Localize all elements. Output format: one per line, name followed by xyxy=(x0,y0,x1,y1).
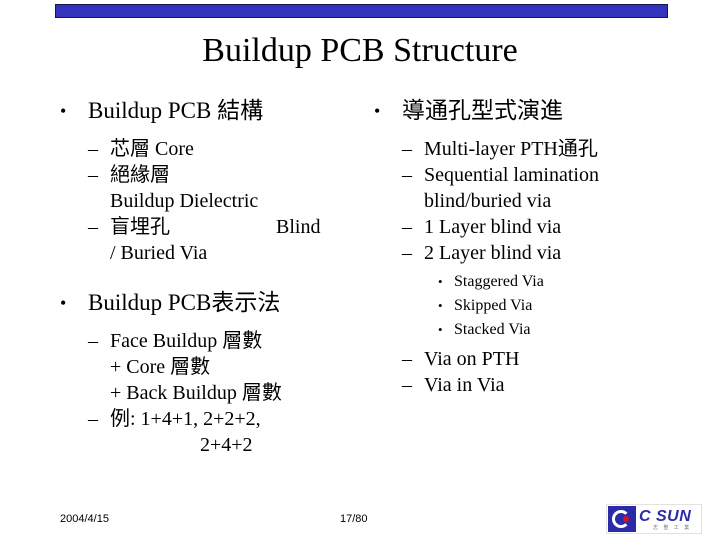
right-item-1layer: – 1 Layer blind via xyxy=(362,214,692,240)
logo-subtext: 志 聖 工 業 xyxy=(653,525,692,531)
left-heading-1-label: Buildup PCB 結構 xyxy=(88,98,264,123)
left-item-dielectric-cont: Buildup Dielectric xyxy=(110,190,259,212)
right-subitem-skipped-label: Skipped Via xyxy=(454,297,533,314)
dash-icon: – xyxy=(88,138,98,160)
footer-page-number: 17/80 xyxy=(340,513,368,525)
c-sun-mark-icon xyxy=(608,506,636,532)
right-item-pth-label: Multi-layer PTH通孔 xyxy=(424,138,598,160)
left-item-facebuildup: – Face Buildup 層數 + Core 層數 + Back Build… xyxy=(48,328,368,406)
bullet-icon: • xyxy=(438,322,443,337)
right-content-column: • 導通孔型式演進 – Multi-layer PTH通孔 – Sequenti… xyxy=(362,96,692,398)
right-heading-1: • 導通孔型式演進 xyxy=(362,96,692,126)
left-item-core-label: 芯層 Core xyxy=(110,138,194,160)
right-item-viainvia: – Via in Via xyxy=(362,372,692,398)
dash-icon: – xyxy=(402,164,412,186)
left-item-core: – 芯層 Core xyxy=(48,136,368,162)
dash-icon: – xyxy=(402,374,412,396)
right-subitem-skipped: • Skipped Via xyxy=(362,294,692,318)
dash-icon: – xyxy=(402,138,412,160)
right-item-viaonpth: – Via on PTH xyxy=(362,346,692,372)
left-heading-2: • Buildup PCB表示法 xyxy=(48,288,368,318)
right-subitem-stacked-label: Stacked Via xyxy=(454,321,531,338)
left-item-example-cont: 2+4+2 xyxy=(200,434,253,456)
dash-icon: – xyxy=(402,242,412,264)
left-item-blindvia-cont: / Buried Via xyxy=(110,242,208,264)
right-heading-1-label: 導通孔型式演進 xyxy=(402,98,563,123)
left-item-blindvia-trailing: Blind xyxy=(276,216,321,238)
logo-wordmark: C SUN xyxy=(639,508,692,525)
left-item-dielectric-label: 絕緣層 xyxy=(110,164,170,186)
right-item-viaonpth-label: Via on PTH xyxy=(424,348,520,370)
bullet-icon: • xyxy=(438,274,443,289)
red-dot-icon xyxy=(623,516,629,522)
left-item-blindvia-label: 盲埋孔 xyxy=(110,216,170,238)
right-subitem-stacked: • Stacked Via xyxy=(362,318,692,342)
bullet-icon: • xyxy=(438,298,443,313)
bullet-icon: • xyxy=(374,101,381,121)
right-item-sequential: – Sequential lamination blind/buried via xyxy=(362,162,692,214)
dash-icon: – xyxy=(88,164,98,186)
left-item-example: – 例: 1+4+1, 2+2+2, 2+4+2 xyxy=(48,406,368,458)
footer-date: 2004/4/15 xyxy=(60,513,109,525)
right-item-1layer-label: 1 Layer blind via xyxy=(424,216,562,238)
dash-icon: – xyxy=(402,348,412,370)
left-item-dielectric: – 絕緣層 Buildup Dielectric xyxy=(48,162,368,214)
left-item-blindvia: – 盲埋孔 Blind / Buried Via xyxy=(48,214,368,266)
title-accent-bar xyxy=(55,4,668,18)
right-item-2layer: – 2 Layer blind via xyxy=(362,240,692,266)
right-item-viainvia-label: Via in Via xyxy=(424,374,505,396)
dash-icon: – xyxy=(88,216,98,238)
bullet-icon: • xyxy=(60,293,67,313)
right-item-2layer-label: 2 Layer blind via xyxy=(424,242,562,264)
bullet-icon: • xyxy=(60,101,67,121)
left-item-facebuildup-cont2: + Back Buildup 層數 xyxy=(110,382,282,404)
dash-icon: – xyxy=(88,330,98,352)
left-content-column: • Buildup PCB 結構 – 芯層 Core – 絕緣層 Buildup… xyxy=(48,96,368,458)
left-item-facebuildup-label: Face Buildup 層數 xyxy=(110,330,263,352)
right-subitem-staggered: • Staggered Via xyxy=(362,270,692,294)
left-item-example-text: 例: 1+4+1, 2+2+2, xyxy=(110,408,261,430)
right-item-sequential-label: Sequential lamination xyxy=(424,164,599,186)
dash-icon: – xyxy=(402,216,412,238)
right-item-sequential-cont: blind/buried via xyxy=(424,190,552,212)
page-title: Buildup PCB Structure xyxy=(202,32,518,69)
left-heading-1: • Buildup PCB 結構 xyxy=(48,96,368,126)
dash-icon: – xyxy=(88,408,98,430)
right-subitem-staggered-label: Staggered Via xyxy=(454,273,544,290)
company-logo: C SUN 志 聖 工 業 xyxy=(606,504,702,534)
slide-canvas: Buildup PCB Structure • Buildup PCB 結構 –… xyxy=(0,0,720,540)
left-item-facebuildup-cont: + Core 層數 xyxy=(110,356,211,378)
left-heading-2-label: Buildup PCB表示法 xyxy=(88,290,281,315)
right-item-pth: – Multi-layer PTH通孔 xyxy=(362,136,692,162)
